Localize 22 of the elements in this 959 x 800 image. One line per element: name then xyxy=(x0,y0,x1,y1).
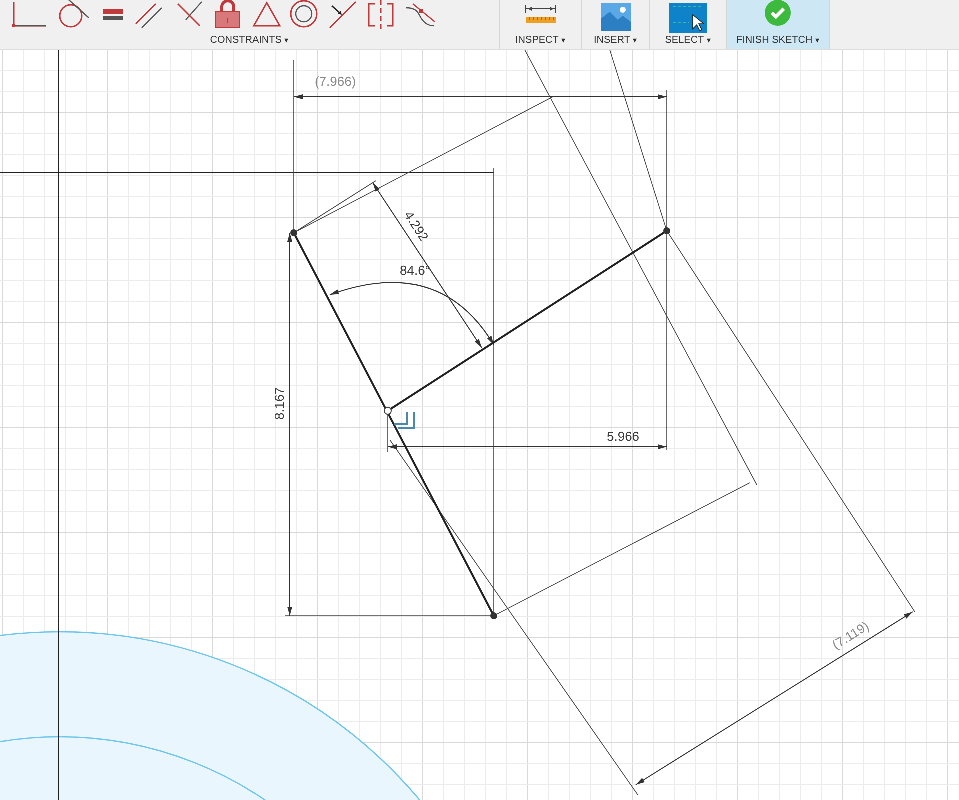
sketch-point[interactable] xyxy=(384,407,392,415)
symmetry-icon[interactable] xyxy=(367,0,395,30)
group-menu-button[interactable]: FINISH SKETCH ▾ xyxy=(734,35,822,46)
concentric-circles-icon[interactable] xyxy=(290,0,318,30)
perpendicular-constraint-icon[interactable] xyxy=(393,411,415,429)
group-menu-button[interactable]: SELECT ▾ xyxy=(663,35,713,46)
image-icon[interactable] xyxy=(600,3,630,33)
selection-box-icon[interactable] xyxy=(669,3,707,33)
group-menu-button[interactable]: CONSTRAINTS ▾ xyxy=(208,35,291,46)
sketch-point[interactable] xyxy=(664,228,670,234)
lock-icon[interactable] xyxy=(213,0,243,30)
group-menu-button[interactable]: INSERT ▾ xyxy=(592,35,640,46)
circle-tangent-icon[interactable] xyxy=(57,0,91,30)
dimension-value[interactable]: 8.167 xyxy=(272,387,287,420)
dimension-value[interactable]: 5.966 xyxy=(607,429,640,444)
midpoint-icon[interactable] xyxy=(328,0,358,30)
triangle-icon[interactable] xyxy=(252,0,280,30)
corner-icon[interactable] xyxy=(12,0,48,30)
sketch-point[interactable] xyxy=(290,230,298,236)
dimension-value[interactable]: 84.6° xyxy=(400,263,431,278)
group-menu-button[interactable]: INSPECT ▾ xyxy=(514,35,568,46)
sketch-point[interactable] xyxy=(490,612,498,620)
